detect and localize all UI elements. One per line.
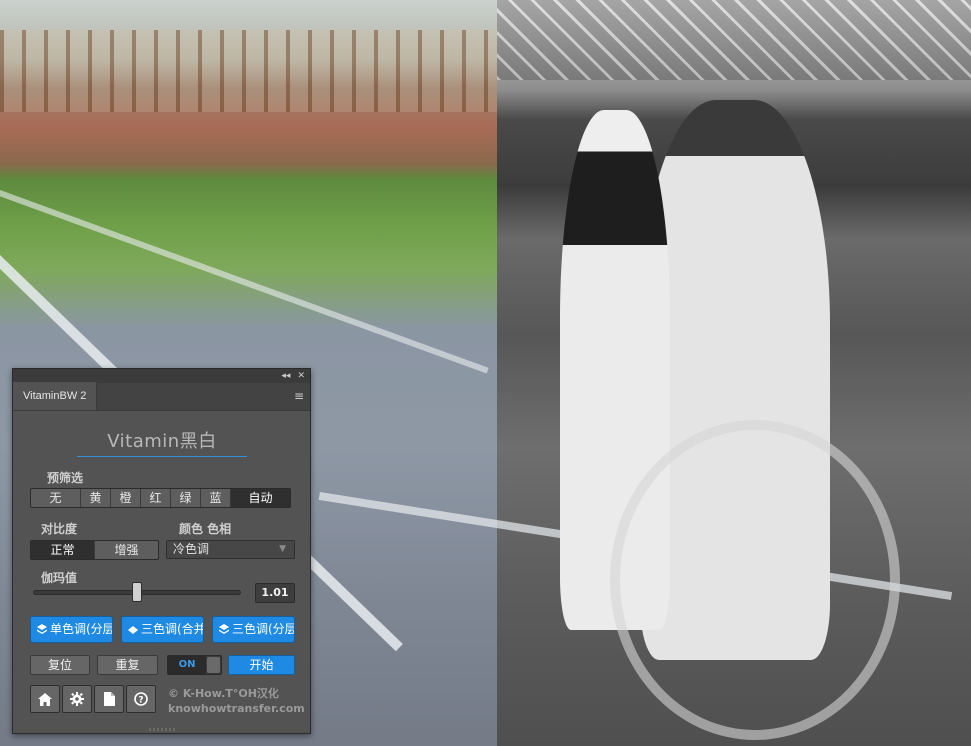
chevron-down-icon: ▼ [279, 544, 286, 554]
contrast-normal[interactable]: 正常 [31, 541, 95, 559]
help-button[interactable]: ? [126, 685, 156, 713]
contrast-selector: 正常 增强 [30, 540, 159, 560]
credits-line-1: © K-How.T°OH汉化 [168, 687, 279, 700]
document-icon [103, 692, 115, 706]
gear-icon [70, 692, 84, 706]
gamma-value-field[interactable]: 1.01 [255, 583, 295, 603]
svg-text:?: ? [138, 696, 143, 706]
preset-orange[interactable]: 橙 [111, 489, 141, 507]
vitaminbw-panel: ◂◂ ✕ VitaminBW 2 ≡ Vitamin黑白 预筛选 无 黄 橙 红… [12, 368, 311, 734]
merge-icon [128, 625, 138, 634]
mono-layered-button[interactable]: 单色调(分层 [30, 616, 113, 643]
preset-none[interactable]: 无 [31, 489, 81, 507]
toggle-knob [207, 657, 220, 673]
contrast-label: 对比度 [41, 522, 78, 536]
collapse-icon[interactable]: ◂◂ [281, 371, 290, 381]
gamma-label: 伽玛值 [41, 571, 78, 585]
photo-bw-fence [497, 0, 971, 80]
layers-icon [37, 624, 47, 634]
tab-vitaminbw[interactable]: VitaminBW 2 [13, 382, 98, 410]
preset-green[interactable]: 绿 [171, 489, 201, 507]
preset-blue[interactable]: 蓝 [201, 489, 231, 507]
toggle-label: ON [168, 656, 206, 674]
app-title-block: Vitamin黑白 [77, 427, 247, 457]
photo-bicycle [610, 420, 900, 740]
hue-label: 颜色 色相 [179, 522, 232, 536]
document-button[interactable] [94, 685, 124, 713]
tri-layered-label: 三色调(分层 [232, 622, 295, 636]
preset-selector: 无 黄 橙 红 绿 蓝 自动 [30, 488, 291, 508]
reset-button[interactable]: 复位 [30, 655, 90, 675]
on-toggle[interactable]: ON [167, 655, 222, 675]
title-underline [77, 456, 247, 457]
panel-tab-bar: VitaminBW 2 ≡ [13, 382, 310, 411]
preset-red[interactable]: 红 [141, 489, 171, 507]
tri-merged-label: 三色调(合并 [141, 622, 204, 636]
resize-grip[interactable] [149, 728, 175, 731]
help-icon: ? [134, 692, 148, 706]
credits: © K-How.T°OH汉化 knowhowtransfer.com [168, 686, 305, 716]
app-title: Vitamin黑白 [107, 431, 217, 452]
hue-select-value: 冷色调 [173, 542, 210, 556]
tri-merged-button[interactable]: 三色调(合并 [121, 616, 204, 643]
settings-button[interactable] [62, 685, 92, 713]
preset-label: 预筛选 [47, 471, 84, 485]
mono-layered-label: 单色调(分层 [50, 622, 113, 636]
photo-fence [0, 30, 497, 112]
layers-icon [219, 624, 229, 634]
panel-titlebar: ◂◂ ✕ [13, 369, 310, 383]
gamma-slider-thumb[interactable] [132, 582, 142, 602]
panel-menu-icon[interactable]: ≡ [294, 389, 304, 403]
close-icon[interactable]: ✕ [297, 371, 305, 381]
hue-select[interactable]: 冷色调 ▼ [166, 540, 295, 559]
credits-line-2[interactable]: knowhowtransfer.com [168, 701, 305, 716]
home-icon [38, 692, 52, 706]
repeat-button[interactable]: 重复 [97, 655, 158, 675]
preset-auto[interactable]: 自动 [231, 489, 290, 507]
tri-layered-button[interactable]: 三色调(分层 [212, 616, 295, 643]
contrast-enhanced[interactable]: 增强 [95, 541, 158, 559]
home-button[interactable] [30, 685, 60, 713]
start-button[interactable]: 开始 [228, 655, 295, 675]
preset-yellow[interactable]: 黄 [81, 489, 111, 507]
